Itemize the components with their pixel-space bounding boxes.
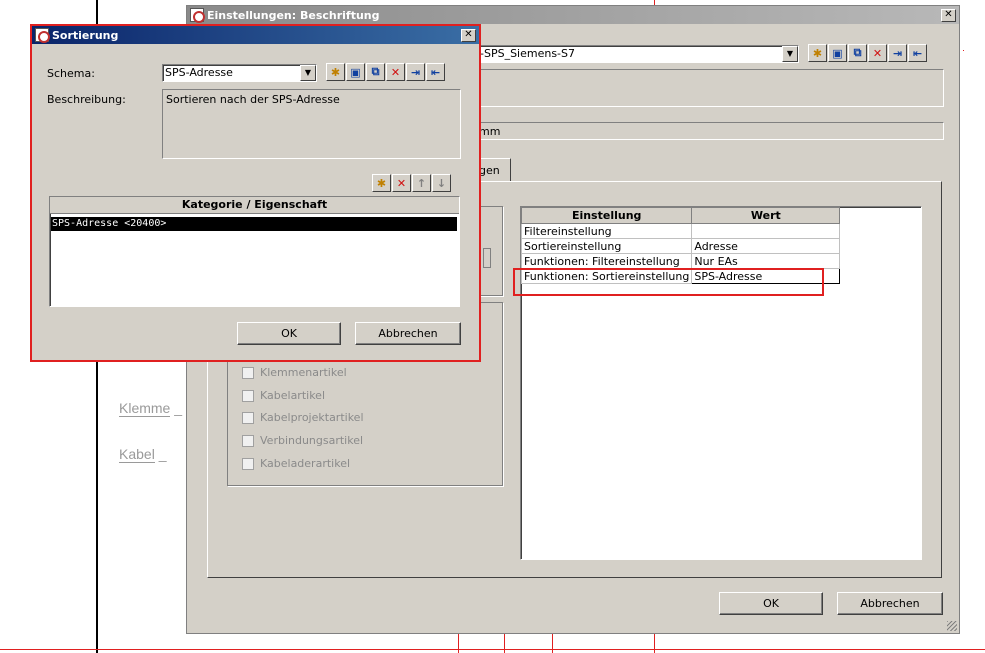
drawing-frame-tick — [504, 634, 505, 653]
settings-grid-container[interactable]: Einstellung Wert Filtereinstellung Sorti… — [520, 206, 922, 560]
schema-label: Schema: — [47, 67, 95, 80]
checkbox-box — [242, 366, 254, 379]
new-icon[interactable]: ✱ — [326, 63, 345, 81]
description-value: Sortieren nach der SPS-Adresse — [166, 93, 340, 106]
dropdown-arrow-icon[interactable]: ▼ — [782, 46, 798, 62]
list-toolbar: ✱ ✕ ↑ ↓ — [372, 174, 452, 192]
cancel-button[interactable]: Abbrechen — [837, 592, 943, 615]
table-row[interactable]: Funktionen: Filtereinstellung Nur EAs — [520, 253, 841, 269]
settings-schema-value: -SPS_Siemens-S7 — [480, 47, 576, 60]
copy-icon[interactable]: ⧉ — [848, 44, 867, 62]
drawing-frame-line — [0, 649, 985, 650]
arrow-up-icon[interactable]: ↑ — [412, 174, 431, 192]
cancel-button[interactable]: Abbrechen — [355, 322, 461, 345]
description-label: Beschreibung: — [47, 93, 126, 106]
settings-dialog-title: Einstellungen: Beschriftung — [207, 8, 380, 22]
delete-icon[interactable]: ✕ — [386, 63, 405, 81]
tab-active[interactable]: gen — [477, 158, 511, 182]
drawing-label-kabel: Kabel _ — [119, 446, 167, 463]
delete-icon[interactable]: ✕ — [868, 44, 887, 62]
table-row[interactable]: Sortiereinstellung Adresse — [520, 238, 841, 254]
settings-schema-select[interactable]: -SPS_Siemens-S7 ▼ — [477, 45, 799, 63]
group-box-scroll-handle — [483, 248, 491, 268]
save-icon[interactable]: ▣ — [346, 63, 365, 81]
checkbox-label: Kabeladerartikel — [260, 457, 351, 470]
grid-cell-setting: Filtereinstellung — [520, 223, 693, 239]
app-icon — [190, 8, 205, 23]
grid-cell-setting: Sortiereinstellung — [520, 238, 693, 254]
checkbox-box — [242, 389, 254, 402]
checkbox-label: Kabelprojektartikel — [260, 411, 364, 424]
list-item[interactable]: SPS-Adresse <20400> — [51, 217, 457, 231]
settings-dialog-titlebar[interactable]: Einstellungen: Beschriftung ✕ — [187, 6, 959, 24]
checkbox-box — [242, 457, 254, 470]
checkbox-box — [242, 434, 254, 447]
settings-toolbar: ✱ ▣ ⧉ ✕ ⇥ ⇤ — [808, 44, 928, 62]
grid-cell-value[interactable]: Adresse — [691, 238, 841, 254]
sort-dialog-title: Sortierung — [52, 28, 119, 42]
close-icon[interactable]: ✕ — [461, 28, 476, 42]
ok-button[interactable]: OK — [719, 592, 823, 615]
settings-description-field — [477, 69, 944, 107]
grid-header-value[interactable]: Wert — [691, 207, 841, 224]
checkbox-label: Kabelartikel — [260, 389, 326, 402]
sort-dialog: Sortierung ✕ Schema: SPS-Adresse ▼ ✱ ▣ ⧉… — [30, 24, 481, 362]
description-field[interactable]: Sortieren nach der SPS-Adresse — [162, 89, 461, 159]
checkbox-kabeladerartikel[interactable]: Kabeladerartikel — [242, 457, 350, 470]
app-icon — [35, 28, 50, 43]
resize-grip-icon[interactable] — [947, 621, 957, 631]
property-list[interactable]: Kategorie / Eigenschaft SPS-Adresse <204… — [49, 196, 460, 307]
drawing-frame-tick — [458, 634, 459, 653]
checkbox-label: Klemmenartikel — [260, 366, 347, 379]
settings-path-field[interactable]: mm — [477, 122, 944, 140]
arrow-down-icon[interactable]: ↓ — [432, 174, 451, 192]
grid-cell-value[interactable]: Nur EAs — [691, 253, 841, 269]
grid-header-row: Einstellung Wert — [520, 207, 841, 224]
checkbox-klemmenartikel[interactable]: Klemmenartikel — [242, 366, 347, 379]
settings-path-value: mm — [479, 125, 501, 138]
grid-cell-setting: Funktionen: Filtereinstellung — [520, 253, 693, 269]
checkbox-verbindungsartikel[interactable]: Verbindungsartikel — [242, 434, 363, 447]
checkbox-label: Verbindungsartikel — [260, 434, 364, 447]
delete-icon[interactable]: ✕ — [392, 174, 411, 192]
table-row[interactable]: Filtereinstellung — [520, 223, 841, 239]
new-icon[interactable]: ✱ — [372, 174, 391, 192]
drawing-frame-tick — [654, 634, 655, 653]
highlight-annotation — [513, 268, 824, 296]
sort-dialog-titlebar[interactable]: Sortierung ✕ — [32, 26, 479, 44]
checkbox-kabelprojektartikel[interactable]: Kabelprojektartikel — [242, 411, 364, 424]
checkbox-box — [242, 411, 254, 424]
new-icon[interactable]: ✱ — [808, 44, 827, 62]
checkbox-kabelartikel[interactable]: Kabelartikel — [242, 389, 325, 402]
list-header[interactable]: Kategorie / Eigenschaft — [50, 197, 459, 214]
grid-header-setting[interactable]: Einstellung — [520, 207, 693, 224]
drawing-frame-tick — [963, 50, 964, 51]
export-icon[interactable]: ⇤ — [426, 63, 445, 81]
save-icon[interactable]: ▣ — [828, 44, 847, 62]
drawing-frame-tick — [552, 634, 553, 653]
dropdown-arrow-icon[interactable]: ▼ — [300, 65, 316, 81]
ok-button[interactable]: OK — [237, 322, 341, 345]
import-icon[interactable]: ⇥ — [888, 44, 907, 62]
tab-label: gen — [479, 164, 500, 177]
drawing-label-klemme: Klemme _ — [119, 400, 183, 417]
export-icon[interactable]: ⇤ — [908, 44, 927, 62]
sort-toolbar: ✱ ▣ ⧉ ✕ ⇥ ⇤ — [326, 63, 446, 81]
import-icon[interactable]: ⇥ — [406, 63, 425, 81]
grid-cell-value[interactable] — [691, 223, 841, 239]
close-icon[interactable]: ✕ — [941, 8, 956, 22]
schema-value: SPS-Adresse — [165, 66, 233, 79]
schema-select[interactable]: SPS-Adresse ▼ — [162, 64, 317, 82]
copy-icon[interactable]: ⧉ — [366, 63, 385, 81]
